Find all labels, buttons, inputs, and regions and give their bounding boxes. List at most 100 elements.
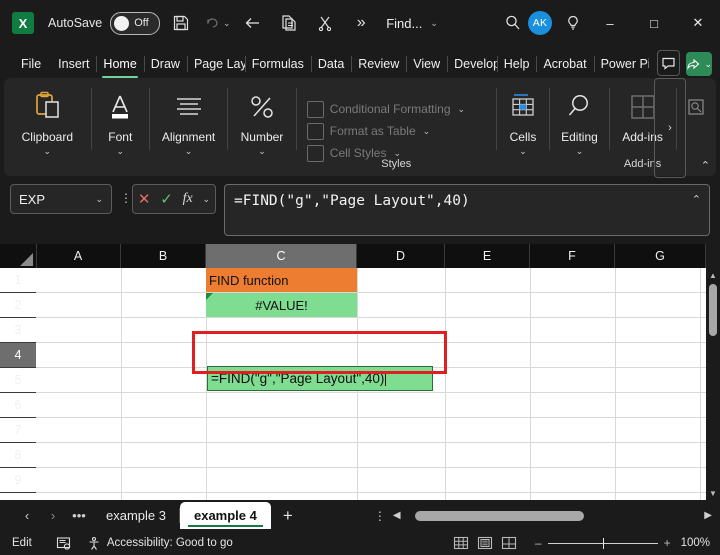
zoom-knob[interactable] (603, 538, 605, 549)
fx-chevron-down-icon[interactable]: ⌄ (203, 194, 211, 205)
enter-check-icon[interactable]: ✓ (160, 190, 173, 208)
chevron-down-icon[interactable]: ⌄ (430, 18, 438, 29)
row-header-5[interactable]: 5 (0, 368, 36, 393)
row-header-8[interactable]: 8 (0, 443, 36, 468)
zoom-in-button[interactable]: + (664, 536, 671, 550)
clipboard-chevron-down-icon[interactable]: ⌄ (44, 146, 52, 157)
tab-review[interactable]: Review (351, 52, 406, 76)
horizontal-scroll-track[interactable] (407, 511, 699, 521)
search-icon[interactable] (498, 8, 528, 38)
tab-help[interactable]: Help (497, 52, 537, 76)
name-box-chevron-down-icon[interactable]: ⌄ (95, 194, 103, 205)
cells-chevron-down-icon[interactable]: ⌄ (519, 146, 527, 157)
redo-back-icon[interactable] (238, 8, 268, 38)
lightbulb-icon[interactable] (558, 8, 588, 38)
nav-next-icon[interactable]: › (40, 503, 66, 529)
ribbon-group-editing[interactable]: Editing ⌄ (550, 78, 608, 176)
undo-icon[interactable]: ⌄ (202, 8, 232, 38)
column-header-a[interactable]: A (36, 244, 121, 268)
accessibility-status[interactable]: Accessibility: Good to go (87, 536, 233, 551)
tab-file[interactable]: File (14, 52, 51, 76)
alignment-chevron-down-icon[interactable]: ⌄ (185, 146, 193, 157)
row-header-2[interactable]: 2 (0, 293, 36, 318)
scroll-up-arrow-icon[interactable]: ▲ (706, 268, 720, 282)
vertical-scrollbar[interactable]: ▲ ▼ (706, 244, 720, 500)
vertical-scroll-thumb[interactable] (709, 284, 717, 336)
ribbon-group-font[interactable]: Font ⌄ (92, 78, 149, 176)
autosave-toggle[interactable]: Off (110, 12, 160, 35)
find-dropdown[interactable]: Find... ⌄ (386, 16, 438, 31)
undo-chevron-down-icon[interactable]: ⌄ (223, 18, 231, 29)
scroll-down-arrow-icon[interactable]: ▼ (706, 486, 720, 500)
horizontal-scroll-thumb[interactable] (415, 511, 584, 521)
row-header-1[interactable]: 1 (0, 268, 36, 293)
horizontal-scrollbar[interactable]: ◀ ▶ (393, 510, 720, 521)
nav-prev-icon[interactable]: ‹ (14, 503, 40, 529)
copy-icon[interactable] (274, 8, 304, 38)
hscroll-right-arrow-icon[interactable]: ▶ (704, 510, 712, 521)
more-commands-icon[interactable]: » (346, 8, 376, 38)
number-chevron-down-icon[interactable]: ⌄ (258, 146, 266, 157)
column-header-b[interactable]: B (121, 244, 206, 268)
share-chevron-down-icon[interactable]: ⌄ (704, 59, 712, 70)
normal-view-icon[interactable] (449, 534, 473, 552)
page-layout-view-icon[interactable] (473, 534, 497, 552)
conditional-formatting-button[interactable]: Conditional Formatting ⌄ (307, 98, 486, 120)
row-header-3[interactable]: 3 (0, 318, 36, 343)
chevron-up-icon[interactable]: ⌃ (692, 193, 701, 206)
save-icon[interactable] (166, 8, 196, 38)
tab-formulas[interactable]: Formulas (245, 52, 311, 76)
cell-c1[interactable]: FIND function (206, 268, 357, 292)
ribbon-group-clipboard[interactable]: Clipboard ⌄ (4, 78, 91, 176)
zoom-track[interactable] (548, 543, 658, 544)
row-header-6[interactable]: 6 (0, 393, 36, 418)
comments-button[interactable] (657, 50, 680, 76)
page-break-view-icon[interactable] (497, 534, 521, 552)
share-button[interactable]: ⌄ (686, 52, 712, 76)
name-box[interactable]: EXP ⌄ (10, 184, 112, 214)
sheet-tab-example-3[interactable]: example 3 (92, 502, 180, 529)
cell-area[interactable]: FIND function #VALUE! =FIND("g","Page La… (36, 268, 706, 500)
minimize-button[interactable]: – (588, 3, 632, 43)
cell-c2[interactable]: #VALUE! (206, 293, 357, 317)
close-button[interactable]: ✕ (676, 3, 720, 43)
tab-draw[interactable]: Draw (144, 52, 187, 76)
all-sheets-dots-icon[interactable]: ••• (66, 503, 92, 529)
ribbon-group-alignment[interactable]: Alignment ⌄ (150, 78, 227, 176)
font-chevron-down-icon[interactable]: ⌄ (117, 146, 125, 157)
insert-function-icon[interactable]: fx (183, 191, 193, 207)
column-header-e[interactable]: E (445, 244, 530, 268)
tab-data[interactable]: Data (311, 52, 351, 76)
zoom-slider[interactable]: – + (535, 536, 671, 550)
select-all-corner[interactable] (0, 244, 37, 268)
editing-chevron-down-icon[interactable]: ⌄ (576, 146, 584, 157)
column-header-c[interactable]: C (206, 244, 357, 268)
tab-home[interactable]: Home (96, 52, 143, 76)
tab-power-pivot[interactable]: Power Pivot (594, 52, 650, 76)
tab-acrobat[interactable]: Acrobat (536, 52, 593, 76)
zoom-level[interactable]: 100% (681, 537, 710, 549)
conditional-formatting-chevron-down-icon[interactable]: ⌄ (458, 104, 466, 115)
ribbon-group-number[interactable]: Number ⌄ (228, 78, 296, 176)
row-header-9[interactable]: 9 (0, 468, 36, 493)
column-header-f[interactable]: F (530, 244, 615, 268)
cut-icon[interactable] (310, 8, 340, 38)
formula-input[interactable]: =FIND("g","Page Layout",40) ⌃ (224, 184, 710, 236)
ribbon-collapse-button[interactable]: ⌃ (701, 159, 710, 172)
zoom-out-button[interactable]: – (535, 536, 542, 550)
cancel-x-icon[interactable]: ✕ (138, 190, 151, 208)
tab-developer[interactable]: Developer (447, 52, 497, 76)
sheet-tab-example-4[interactable]: example 4 (180, 502, 271, 529)
ribbon-group-cells[interactable]: Cells ⌄ (497, 78, 550, 176)
record-macro-button[interactable] (56, 536, 71, 551)
add-sheet-button[interactable]: + (271, 503, 305, 529)
tab-insert[interactable]: Insert (51, 52, 96, 76)
row-header-4[interactable]: 4 (0, 343, 36, 368)
tab-view[interactable]: View (406, 52, 447, 76)
ribbon-overflow-button[interactable]: › (654, 78, 686, 178)
row-header-10[interactable]: 10 (0, 493, 36, 500)
avatar[interactable]: AK (528, 11, 552, 35)
tab-page-layout[interactable]: Page Layout (187, 52, 245, 76)
column-header-g[interactable]: G (615, 244, 706, 268)
hscroll-left-arrow-icon[interactable]: ◀ (393, 510, 401, 521)
